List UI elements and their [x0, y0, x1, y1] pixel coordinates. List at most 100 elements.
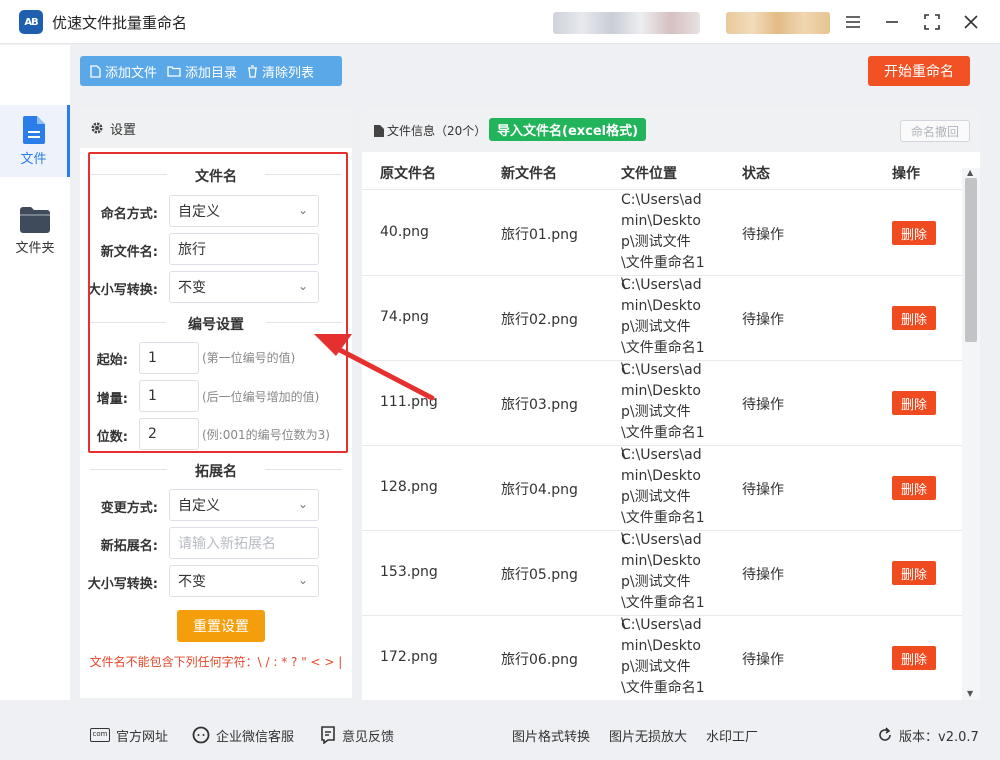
- wechat-support-link[interactable]: 企业微信客服: [192, 726, 294, 745]
- extension-case-select[interactable]: 不变 ⌄: [169, 565, 319, 597]
- new-name-cell: 旅行05.png: [501, 567, 578, 583]
- feedback-link[interactable]: 意见反馈: [320, 726, 394, 745]
- feedback-label: 意见反馈: [342, 729, 395, 745]
- digits-input[interactable]: 2: [139, 418, 199, 450]
- add-files-label: 添加文件: [105, 65, 158, 81]
- undo-rename-button[interactable]: 命名撤回: [900, 120, 970, 142]
- status-cell: 待操作: [742, 227, 784, 243]
- app-title: 优速文件批量重命名: [52, 14, 188, 32]
- table-row[interactable]: 74.png 旅行02.png C:\Users\admin\Desktop\测…: [362, 276, 962, 377]
- version-info: 版本：v2.0.7: [877, 726, 979, 745]
- new-filename-input[interactable]: 旅行: [169, 233, 319, 265]
- feedback-icon: [321, 726, 335, 744]
- scroll-down-icon[interactable]: ▼: [967, 689, 973, 698]
- title-bar: AB 优速文件批量重命名: [0, 0, 1000, 44]
- digits-label: 位数:: [96, 430, 128, 445]
- naming-mode-select[interactable]: 自定义 ⌄: [169, 195, 319, 227]
- import-excel-button[interactable]: 导入文件名(excel格式): [489, 118, 647, 141]
- start-number-label: 起始:: [96, 353, 128, 368]
- toolbar: 添加文件 添加目录 清除列表: [80, 56, 342, 86]
- chevron-down-icon: ⌄: [297, 497, 308, 511]
- sidebar-item-label: 文件夹: [15, 240, 55, 256]
- start-number-hint: (第一位编号的值): [202, 351, 296, 365]
- naming-mode-value: 自定义: [178, 204, 220, 220]
- digits-hint: (例:001的编号位数为3): [202, 428, 330, 442]
- delete-button[interactable]: 删除: [892, 306, 936, 330]
- extension-section-title: 拓展名: [80, 461, 352, 481]
- sidebar-item-folder[interactable]: 文件夹: [0, 195, 70, 267]
- clear-list-button[interactable]: 清除列表: [247, 62, 314, 81]
- close-icon[interactable]: [959, 10, 983, 34]
- chat-icon: [192, 726, 210, 744]
- scroll-thumb[interactable]: [965, 178, 977, 342]
- original-name-cell: 172.png: [380, 649, 438, 665]
- new-name-cell: 旅行03.png: [501, 397, 578, 413]
- delete-button[interactable]: 删除: [892, 221, 936, 245]
- folder-icon: [20, 206, 50, 233]
- filename-section-title: 文件名: [80, 166, 352, 186]
- increment-input[interactable]: 1: [139, 380, 199, 412]
- increment-label: 增量:: [96, 392, 128, 407]
- col-status[interactable]: 状态: [742, 163, 770, 183]
- add-directory-label: 添加目录: [185, 65, 238, 81]
- extension-case-value: 不变: [178, 574, 206, 590]
- status-cell: 待操作: [742, 312, 784, 328]
- col-new-name[interactable]: 新文件名: [501, 163, 557, 183]
- start-rename-button[interactable]: 开始重命名: [868, 56, 970, 86]
- vertical-scrollbar[interactable]: ▲ ▼: [962, 168, 980, 700]
- menu-icon[interactable]: [841, 10, 865, 34]
- sidebar: 文件 文件夹: [0, 45, 70, 700]
- website-icon: com: [90, 728, 110, 742]
- chevron-down-icon: ⌄: [297, 279, 308, 293]
- filename-case-label: 大小写转换:: [87, 283, 158, 298]
- status-cell: 待操作: [742, 567, 784, 583]
- refresh-icon: [879, 727, 891, 741]
- new-filename-label: 新文件名:: [100, 245, 158, 260]
- maximize-icon[interactable]: [920, 10, 944, 34]
- minimize-icon[interactable]: [880, 10, 904, 34]
- original-name-cell: 40.png: [380, 224, 429, 240]
- version-label: 版本：v2.0.7: [899, 729, 979, 745]
- scroll-up-icon[interactable]: ▲: [967, 168, 973, 177]
- start-number-input[interactable]: 1: [139, 342, 199, 374]
- filename-case-select[interactable]: 不变 ⌄: [169, 271, 319, 303]
- settings-header: 设置: [80, 108, 352, 148]
- new-extension-input[interactable]: 请输入新拓展名: [169, 527, 319, 559]
- location-cell: C:\Users\admin\Desktop\测试文件\文件重命名1\: [621, 617, 705, 696]
- lossless-zoom-link[interactable]: 图片无损放大: [609, 726, 687, 745]
- table-row[interactable]: 111.png 旅行03.png C:\Users\admin\Desktop\…: [362, 361, 962, 462]
- add-files-button[interactable]: 添加文件: [90, 62, 157, 81]
- col-original-name[interactable]: 原文件名: [380, 163, 436, 183]
- extension-mode-label: 变更方式:: [100, 501, 158, 516]
- website-link[interactable]: com 官方网址: [90, 726, 168, 745]
- format-convert-link[interactable]: 图片格式转换: [512, 726, 590, 745]
- status-cell: 待操作: [742, 397, 784, 413]
- new-name-cell: 旅行01.png: [501, 227, 578, 243]
- table-row[interactable]: 172.png 旅行06.png C:\Users\admin\Desktop\…: [362, 616, 962, 700]
- delete-button[interactable]: 删除: [892, 391, 936, 415]
- watermark-factory-link[interactable]: 水印工厂: [706, 726, 758, 745]
- status-cell: 待操作: [742, 482, 784, 498]
- sidebar-item-files[interactable]: 文件: [0, 105, 70, 177]
- new-name-cell: 旅行06.png: [501, 652, 578, 668]
- add-directory-button[interactable]: 添加目录: [167, 62, 237, 81]
- table-header: 原文件名 新文件名 文件位置 状态 操作: [362, 152, 962, 190]
- chevron-down-icon: ⌄: [297, 203, 308, 217]
- table-row[interactable]: 40.png 旅行01.png C:\Users\admin\Desktop\测…: [362, 191, 962, 292]
- col-location[interactable]: 文件位置: [621, 163, 677, 183]
- extension-mode-select[interactable]: 自定义 ⌄: [169, 489, 319, 521]
- delete-button[interactable]: 删除: [892, 561, 936, 585]
- reset-settings-button[interactable]: 重置设置: [177, 610, 265, 642]
- table-row[interactable]: 128.png 旅行04.png C:\Users\admin\Desktop\…: [362, 446, 962, 547]
- delete-button[interactable]: 删除: [892, 476, 936, 500]
- settings-title: 设置: [110, 122, 137, 138]
- original-name-cell: 128.png: [380, 479, 438, 495]
- website-label: 官方网址: [116, 729, 169, 745]
- arrow-annotation-icon: [314, 334, 435, 401]
- extension-case-label: 大小写转换:: [87, 577, 158, 592]
- delete-button[interactable]: 删除: [892, 646, 936, 670]
- invalid-chars-warning: 文件名不能包含下列任何字符：\ / : * ? " < > |: [89, 655, 343, 669]
- table-row[interactable]: 153.png 旅行05.png C:\Users\admin\Desktop\…: [362, 531, 962, 632]
- col-action[interactable]: 操作: [892, 163, 920, 183]
- new-extension-label: 新拓展名:: [100, 539, 158, 554]
